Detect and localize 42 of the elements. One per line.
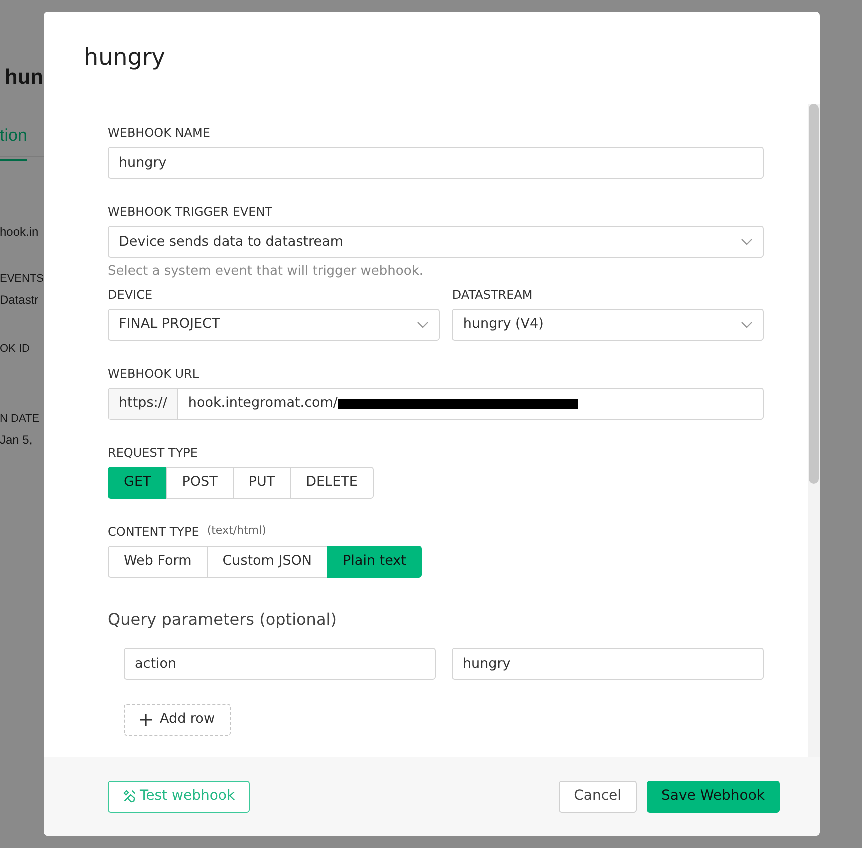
page-text: hook.in [0, 224, 39, 241]
plus-icon [140, 714, 152, 726]
field-label: WEBHOOK NAME [108, 125, 212, 142]
hint-text: (text/html) [207, 522, 266, 538]
chevron-down-icon [741, 320, 754, 328]
segment-button[interactable]: PUT [232, 466, 292, 498]
section-title: Query parameters (optional) [108, 608, 338, 630]
input-field[interactable]: hungry [108, 147, 764, 179]
add-row-button[interactable]: Add row [124, 704, 231, 736]
field-label: WEBHOOK URL [108, 366, 200, 382]
field-label: EVENTS [0, 272, 44, 287]
help-text: Select a system event that will trigger webhook. [108, 263, 424, 281]
chevron-down-icon [741, 238, 753, 246]
segment-button[interactable]: POST [166, 466, 234, 498]
field-label: REQUEST TYPE [108, 444, 199, 462]
cancel-button[interactable]: Cancel [559, 780, 637, 812]
input-field[interactable]: hungry [452, 648, 764, 680]
segment-button[interactable]: GET [108, 466, 168, 498]
chevron-down-icon [417, 320, 430, 328]
field-value: hook.integromat.com/ [188, 394, 338, 414]
select-field[interactable]: FINAL PROJECT [108, 308, 440, 340]
field-label: OK ID [0, 342, 30, 357]
select-field[interactable]: hungry (V4) [452, 308, 764, 340]
scrollbar[interactable] [808, 104, 820, 757]
segment-button[interactable]: Custom JSON [206, 546, 328, 578]
segment-button[interactable]: Plain text [327, 546, 422, 578]
field-label: DATASTREAM [452, 286, 534, 304]
url-prefix: https:// [109, 388, 178, 418]
field-value: Datastr [0, 292, 39, 309]
save-button[interactable]: Save Webhook [646, 780, 780, 812]
field-label: DEVICE [108, 286, 154, 304]
dialog-title: hungry [83, 44, 166, 73]
segment-button[interactable]: Web Form [108, 546, 208, 578]
page-title: hun [5, 65, 44, 91]
field-label: CONTENT TYPE [108, 524, 200, 540]
field-value: Jan 5, [0, 432, 33, 449]
select-field[interactable]: Device sends data to datastream [108, 226, 764, 258]
url-field[interactable]: https:// hook.integromat.com/ [108, 388, 764, 420]
field-label: N DATE [0, 412, 40, 427]
field-label: WEBHOOK TRIGGER EVENT [108, 204, 274, 221]
segment-button[interactable]: DELETE [290, 466, 374, 498]
input-field[interactable]: action [124, 648, 436, 680]
